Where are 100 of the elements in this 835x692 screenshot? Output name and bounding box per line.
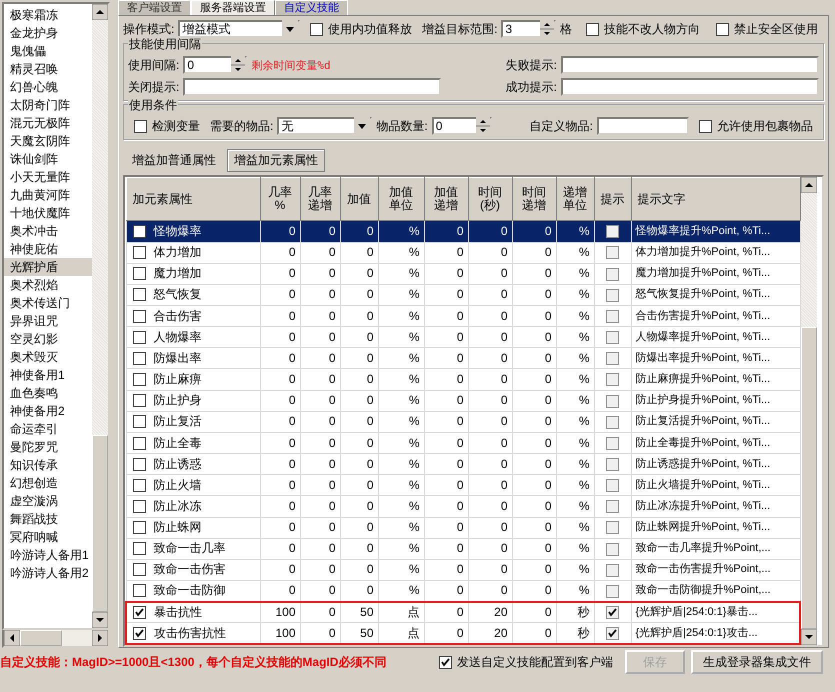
dropdown[interactable]: 无 [277, 117, 372, 135]
checkbox[interactable] [132, 584, 146, 598]
list-item[interactable]: 空灵幻影 [4, 330, 92, 348]
list-item[interactable]: 天魔玄阴阵 [4, 132, 92, 150]
checkbox[interactable] [132, 224, 146, 238]
checkbox[interactable] [606, 521, 619, 534]
list-item[interactable]: 神使备用1 [4, 366, 92, 384]
list-item[interactable]: 奥术传送门 [4, 294, 92, 312]
table-row[interactable]: 怪物爆率 0 0 0 % 0 0 0 % 怪物爆率提升%Point, %Ti... [126, 220, 800, 242]
button[interactable]: 生成登录器集成文件 [691, 650, 823, 674]
checkbox[interactable] [132, 288, 146, 302]
list-item[interactable]: 诛仙剑阵 [4, 150, 92, 168]
checkbox[interactable] [606, 394, 619, 408]
list-item[interactable]: 血色奏鸣 [4, 384, 92, 402]
list-item[interactable]: 吟游诗人备用2 [4, 564, 92, 582]
checkbox[interactable] [134, 120, 147, 132]
scroll-left-icon[interactable] [4, 630, 20, 646]
checkbox[interactable] [606, 458, 619, 471]
list-item[interactable]: 奥术冲击 [4, 222, 92, 240]
list-item[interactable]: 太阴奇门阵 [4, 96, 92, 114]
list-item[interactable]: 极寒霜冻 [4, 6, 92, 24]
list-item[interactable]: 鬼傀儡 [4, 42, 92, 60]
list-item[interactable]: 虚空漩涡 [4, 492, 92, 510]
close-message-field[interactable] [183, 78, 442, 96]
checkbox[interactable] [606, 479, 619, 492]
checkbox[interactable] [606, 225, 619, 238]
checkbox[interactable] [606, 246, 619, 260]
checkbox[interactable] [132, 267, 146, 280]
list-item[interactable]: 混元无极阵 [4, 114, 92, 132]
checkbox[interactable] [133, 626, 146, 640]
tab[interactable]: 增益加普通属性 [125, 148, 223, 172]
spin-field[interactable]: 0 [183, 56, 248, 74]
checkbox[interactable] [132, 352, 146, 365]
list-item[interactable]: 光辉护盾 [4, 258, 92, 276]
checkbox[interactable] [606, 288, 619, 302]
tab[interactable]: 增益加元素属性 [227, 148, 325, 172]
checkbox[interactable] [132, 394, 146, 408]
list-item[interactable]: 命运牵引 [4, 420, 92, 438]
list-item[interactable]: 奥术烈焰 [4, 276, 92, 294]
scroll-right-icon[interactable] [92, 630, 108, 646]
list-item[interactable]: 金龙护身 [4, 24, 92, 42]
checkbox[interactable] [606, 331, 619, 344]
scroll-down-icon[interactable] [92, 612, 108, 628]
checkbox[interactable] [606, 500, 619, 514]
list-item[interactable]: 幻兽心魄 [4, 78, 92, 96]
checkbox[interactable] [132, 478, 146, 492]
spin-field[interactable]: 0 [432, 117, 492, 135]
checkbox[interactable] [606, 268, 619, 281]
list-item[interactable]: 异界诅咒 [4, 312, 92, 330]
custom-item-field[interactable] [597, 117, 689, 135]
list-item[interactable]: 吟游诗人备用1 [4, 546, 92, 564]
success-message-field[interactable] [561, 78, 819, 96]
list-item[interactable]: 神使备用2 [4, 402, 92, 420]
checkbox[interactable] [606, 352, 619, 366]
checkbox[interactable] [606, 436, 619, 450]
scroll-up-icon[interactable] [801, 177, 817, 193]
tab[interactable]: 客户端设置 [118, 0, 191, 15]
list-item[interactable]: 九曲黄河阵 [4, 186, 92, 204]
checkbox[interactable] [132, 246, 146, 260]
checkbox[interactable] [439, 656, 452, 668]
checkbox[interactable] [132, 436, 146, 450]
checkbox[interactable] [132, 500, 146, 513]
checkbox[interactable] [310, 22, 324, 36]
checkbox[interactable] [132, 458, 146, 471]
scroll-down-icon[interactable] [801, 629, 817, 645]
list-item[interactable]: 冥府呐喊 [4, 528, 92, 546]
list-item[interactable]: 小天无量阵 [4, 168, 92, 186]
checkbox[interactable] [132, 373, 146, 386]
fail-message-field[interactable] [561, 56, 819, 74]
spin-field[interactable]: 3 [501, 20, 556, 38]
checkbox[interactable] [586, 22, 599, 36]
checkbox[interactable] [606, 584, 619, 598]
checkbox[interactable] [132, 330, 146, 344]
checkbox[interactable] [133, 606, 146, 619]
list-item[interactable]: 知识传承 [4, 456, 92, 474]
checkbox[interactable] [606, 416, 619, 429]
list-item[interactable]: 奥术毁灭 [4, 348, 92, 366]
checkbox[interactable] [132, 521, 146, 534]
tab[interactable]: 服务器端设置 [191, 0, 275, 15]
checkbox[interactable] [132, 542, 146, 556]
checkbox[interactable] [606, 542, 619, 556]
list-item[interactable]: 曼陀罗咒 [4, 438, 92, 456]
list-item[interactable]: 舞蹈战技 [4, 510, 92, 528]
list-item[interactable]: 十地伏魔阵 [4, 204, 92, 222]
tab[interactable]: 自定义技能 [275, 0, 348, 15]
checkbox[interactable] [606, 626, 619, 640]
checkbox[interactable] [606, 310, 619, 323]
list-item[interactable]: 幻想创造 [4, 474, 92, 492]
checkbox[interactable] [132, 310, 146, 323]
checkbox[interactable] [606, 564, 619, 577]
list-item[interactable]: 神使庇佑 [4, 240, 92, 258]
list-item[interactable]: 精灵召唤 [4, 60, 92, 78]
scroll-up-icon[interactable] [92, 4, 108, 20]
checkbox[interactable] [606, 606, 619, 620]
checkbox[interactable] [699, 120, 712, 132]
checkbox[interactable] [132, 415, 146, 428]
dropdown[interactable]: 增益模式 [178, 20, 300, 38]
checkbox[interactable] [716, 22, 729, 36]
checkbox[interactable] [132, 563, 146, 576]
checkbox[interactable] [606, 373, 619, 386]
